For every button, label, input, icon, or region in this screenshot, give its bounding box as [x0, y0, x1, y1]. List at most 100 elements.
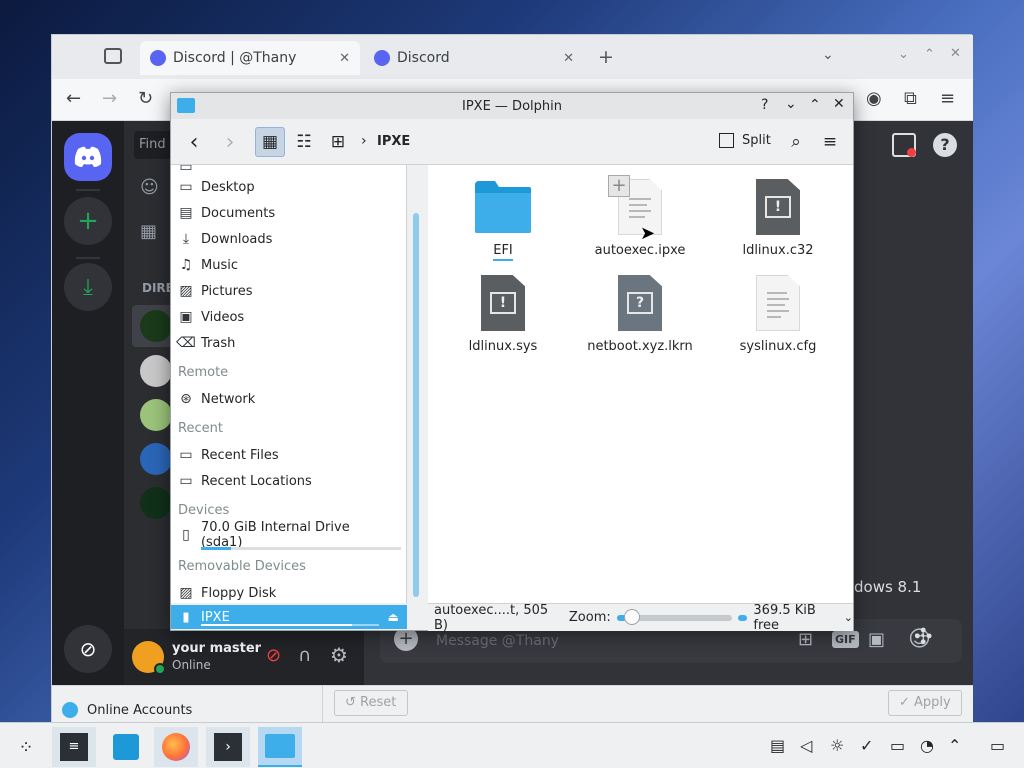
details-view-icon[interactable]: ⊞ — [323, 127, 353, 157]
display-icon[interactable]: ▭ — [890, 736, 905, 755]
drive-icon: ▯ — [182, 527, 190, 543]
places-scrollbar[interactable] — [409, 169, 423, 603]
file-item-efi[interactable]: EFI — [443, 179, 563, 261]
dolphin-taskbar-icon[interactable] — [258, 727, 302, 767]
network-icon: ⊛ — [180, 391, 192, 407]
binary-file-icon: ! — [481, 275, 525, 331]
power-icon[interactable]: ◔ — [920, 736, 934, 755]
free-space-bar — [737, 614, 748, 621]
close-tab-icon[interactable]: ✕ — [563, 51, 574, 66]
tab-list-chevron-icon[interactable]: ⌄ — [822, 47, 834, 63]
search-icon[interactable]: ⌕ — [781, 127, 811, 157]
clipboard-icon[interactable]: ▤ — [770, 736, 785, 755]
extensions-icon[interactable]: ⧉ — [904, 88, 917, 109]
add-server-icon[interactable]: + — [64, 197, 112, 245]
discover-icon[interactable]: ⊘ — [64, 625, 112, 673]
maximize-icon[interactable]: ⌃ — [809, 97, 821, 113]
close-icon[interactable]: ✕ — [833, 96, 845, 112]
settings-gear-icon[interactable]: ⚙ — [330, 643, 348, 667]
file-item-autoexec[interactable]: + ➤ autoexec.ipxe — [580, 175, 700, 258]
places-item-documents[interactable]: ▤ Documents — [177, 201, 395, 225]
username: your master — [172, 641, 262, 656]
close-window-icon[interactable]: ✕ — [950, 46, 961, 61]
places-label: Desktop — [201, 179, 255, 195]
task-manager-icon[interactable]: ≡ — [52, 727, 96, 767]
tray-expand-icon[interactable]: ⌃ — [948, 736, 961, 755]
help-icon[interactable]: ? — [761, 97, 768, 113]
discord-favicon-icon — [374, 50, 390, 66]
file-item-syslinux-cfg[interactable]: syslinux.cfg — [718, 275, 838, 354]
download-apps-icon[interactable]: ⤓ — [64, 263, 112, 311]
compact-view-icon[interactable]: ☷ — [289, 127, 319, 157]
apps-icon[interactable]: ✣ — [914, 625, 932, 650]
free-space-chevron-icon[interactable]: ⌄ — [844, 611, 853, 624]
places-item-network[interactable]: ⊛ Network — [177, 387, 395, 411]
places-item-pictures[interactable]: ▨ Pictures — [177, 279, 395, 303]
background-text: dows 8.1 — [854, 578, 922, 596]
online-accounts-label[interactable]: Online Accounts — [87, 703, 192, 718]
hamburger-menu-icon[interactable]: ≡ — [815, 127, 845, 157]
places-item-downloads[interactable]: ⤓ Downloads — [177, 227, 395, 251]
app-launcher-icon[interactable]: ⁘ — [4, 727, 48, 767]
firefox-icon[interactable] — [154, 727, 198, 767]
account-icon[interactable]: ◉ — [866, 88, 882, 109]
select-toggle-icon[interactable]: + — [608, 175, 630, 197]
apply-button[interactable]: ✓ Apply — [888, 690, 962, 716]
headphones-icon[interactable]: ∩ — [298, 645, 311, 666]
maximize-icon[interactable]: ⌃ — [924, 47, 935, 62]
reload-icon[interactable]: ↻ — [138, 88, 153, 109]
brightness-icon[interactable]: ☼ — [830, 736, 844, 755]
friends-icon[interactable]: ☺ — [140, 177, 159, 198]
places-item-trash[interactable]: ⌫ Trash — [176, 331, 395, 355]
reset-button[interactable]: ↺ Reset — [334, 690, 408, 716]
scrollbar-thumb[interactable] — [413, 213, 419, 597]
places-item-floppy[interactable]: ▨ Floppy Disk — [177, 581, 395, 603]
tab-overview-icon[interactable] — [104, 48, 122, 64]
avatar[interactable] — [140, 355, 172, 387]
avatar[interactable] — [140, 487, 172, 519]
back-icon[interactable]: ‹ — [179, 127, 209, 157]
places-item-recent-files[interactable]: ▭ Recent Files — [177, 443, 395, 467]
file-item-ldlinux-c32[interactable]: ! ldlinux.c32 — [718, 179, 838, 258]
menu-icon[interactable]: ≡ — [940, 88, 955, 109]
terminal-icon[interactable]: › — [206, 727, 250, 767]
show-desktop-icon[interactable]: ▭ — [990, 736, 1005, 755]
minimize-icon[interactable]: ⌄ — [898, 47, 909, 62]
notifications-check-icon[interactable]: ✓ — [860, 736, 873, 755]
avatar[interactable] — [140, 399, 172, 431]
places-item-desktop[interactable]: ▭ Desktop — [177, 175, 395, 199]
forward-icon[interactable]: › — [215, 127, 245, 157]
discord-home-icon[interactable] — [64, 133, 112, 181]
close-tab-icon[interactable]: ✕ — [339, 51, 350, 66]
places-item-music[interactable]: ♫ Music — [177, 253, 395, 277]
mute-microphone-icon[interactable]: ⊘ — [266, 645, 281, 666]
tab-discord-thany[interactable]: Discord | @Thany ✕ — [140, 41, 360, 75]
discover-store-icon[interactable] — [104, 727, 148, 767]
zoom-slider[interactable] — [616, 608, 732, 625]
eject-icon[interactable]: ⏏ — [388, 610, 399, 624]
sticker-icon[interactable]: ▣ — [868, 629, 885, 650]
file-item-ldlinux-sys[interactable]: ! ldlinux.sys — [443, 275, 563, 354]
file-item-netboot[interactable]: ? netboot.xyz.lkrn — [580, 275, 700, 354]
zoom-slider-handle[interactable] — [623, 608, 640, 625]
nitro-icon[interactable]: ▦ — [140, 221, 157, 242]
help-icon[interactable]: ? — [933, 133, 957, 157]
split-button[interactable]: Split — [719, 133, 771, 148]
usb-drive-icon: ▮ — [182, 609, 190, 625]
gif-button[interactable]: GIF — [832, 631, 859, 648]
folder-icon — [475, 181, 531, 233]
places-item-recent-locations[interactable]: ▭ Recent Locations — [177, 469, 395, 493]
volume-muted-icon[interactable]: ◁ — [800, 736, 812, 755]
places-item-internal-drive[interactable]: ▯ 70.0 GiB Internal Drive (sda1) — [177, 520, 395, 550]
text-file-icon — [756, 275, 800, 331]
back-icon[interactable]: ← — [66, 88, 81, 109]
new-tab-button[interactable]: + — [598, 46, 614, 68]
breadcrumb-ipxe[interactable]: IPXE — [377, 134, 410, 149]
tab-discord[interactable]: Discord ✕ — [364, 41, 584, 75]
places-item-videos[interactable]: ▣ Videos — [177, 305, 395, 329]
icons-view-icon[interactable]: ▦ — [255, 127, 285, 157]
free-space-label[interactable]: 369.5 KiB free — [753, 603, 841, 633]
minimize-icon[interactable]: ⌄ — [785, 96, 797, 112]
avatar[interactable] — [140, 443, 172, 475]
forward-icon[interactable]: → — [102, 88, 117, 109]
